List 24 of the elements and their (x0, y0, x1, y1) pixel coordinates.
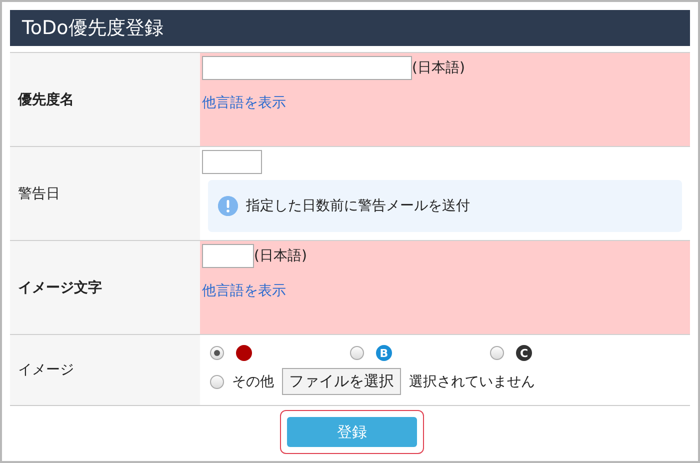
input-field[interactable] (202, 56, 412, 80)
field-label: 警告日 (18, 184, 60, 202)
language-note: (日本語) (254, 247, 307, 265)
choose-file-button[interactable]: ファイルを選択 (282, 368, 401, 395)
letter-badge: C (516, 345, 532, 361)
register-button[interactable]: 登録 (287, 417, 417, 447)
window-title: ToDo優先度登録 (22, 16, 164, 41)
file-status: 選択されていません (409, 372, 535, 390)
field-label: 優先度名 (18, 90, 74, 108)
input-field[interactable] (202, 150, 262, 174)
field-label: イメージ文字 (18, 278, 102, 296)
radio-button[interactable] (210, 346, 224, 360)
radio-button[interactable] (210, 374, 224, 388)
other-languages-link[interactable]: 他言語を表示 (202, 94, 286, 112)
field-label: イメージ (18, 361, 74, 379)
radio-button[interactable] (490, 346, 504, 360)
option-label: その他 (232, 372, 274, 390)
info-text: 指定した日数前に警告メールを送付 (246, 197, 470, 215)
letter-badge: B (376, 345, 392, 361)
input-field[interactable] (202, 244, 254, 268)
language-note: (日本語) (412, 59, 465, 77)
info-icon (218, 196, 238, 216)
radio-button[interactable] (350, 346, 364, 360)
other-languages-link[interactable]: 他言語を表示 (202, 282, 286, 300)
